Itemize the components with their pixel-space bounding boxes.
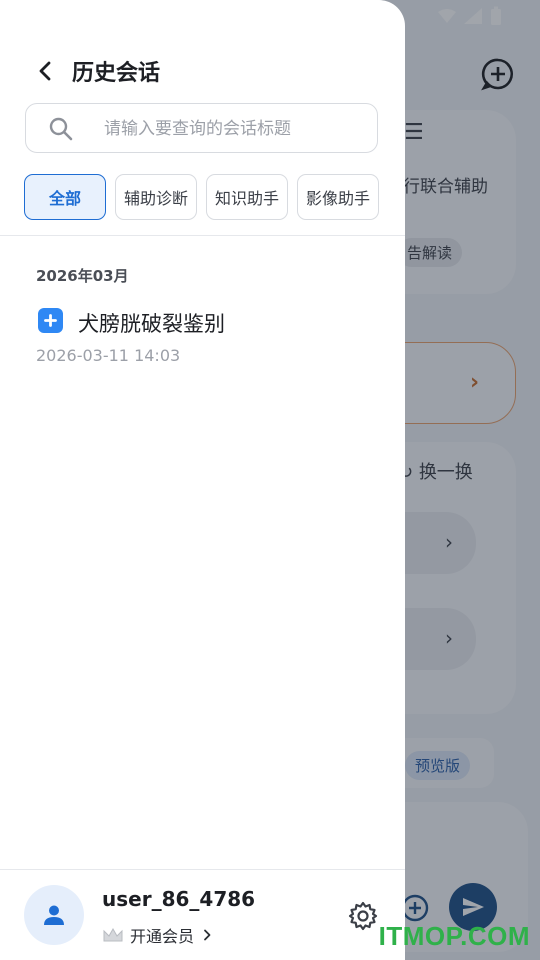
- crown-icon: [103, 927, 123, 942]
- search-icon: [49, 117, 73, 141]
- membership-link[interactable]: 开通会员: [102, 923, 214, 947]
- avatar[interactable]: [24, 885, 84, 945]
- session-item[interactable]: 犬膀胱破裂鉴别 2026-03-11 14:03: [36, 302, 376, 372]
- drawer-header: 历史会话: [0, 48, 405, 94]
- history-drawer: 历史会话 全部 辅助诊断 知识助手 影像助手 2026年03月 犬膀胱破裂鉴别 …: [0, 0, 405, 960]
- page-title: 历史会话: [72, 61, 161, 86]
- medical-kit-icon: [38, 308, 63, 333]
- watermark: ITMOP.COM: [378, 921, 530, 951]
- filter-assist-diagnosis[interactable]: 辅助诊断: [115, 174, 197, 220]
- chevron-right-icon: [204, 929, 211, 941]
- session-title: 犬膀胱破裂鉴别: [78, 312, 225, 336]
- person-icon: [44, 905, 64, 925]
- search-input[interactable]: [102, 104, 366, 154]
- filter-knowledge-assistant[interactable]: 知识助手: [206, 174, 288, 220]
- month-group-label: 2026年03月: [36, 267, 129, 285]
- membership-label: 开通会员: [130, 927, 195, 946]
- search-box[interactable]: [25, 103, 378, 154]
- divider: [0, 235, 405, 236]
- footer-divider: [0, 869, 405, 870]
- filter-imaging-assistant[interactable]: 影像助手: [297, 174, 379, 220]
- filter-all[interactable]: 全部: [24, 174, 106, 220]
- session-timestamp: 2026-03-11 14:03: [36, 346, 181, 365]
- gear-icon[interactable]: [347, 900, 379, 932]
- filter-tabs: 全部 辅助诊断 知识助手 影像助手: [24, 174, 379, 220]
- username: user_86_4786: [102, 887, 256, 911]
- back-icon[interactable]: [30, 56, 60, 86]
